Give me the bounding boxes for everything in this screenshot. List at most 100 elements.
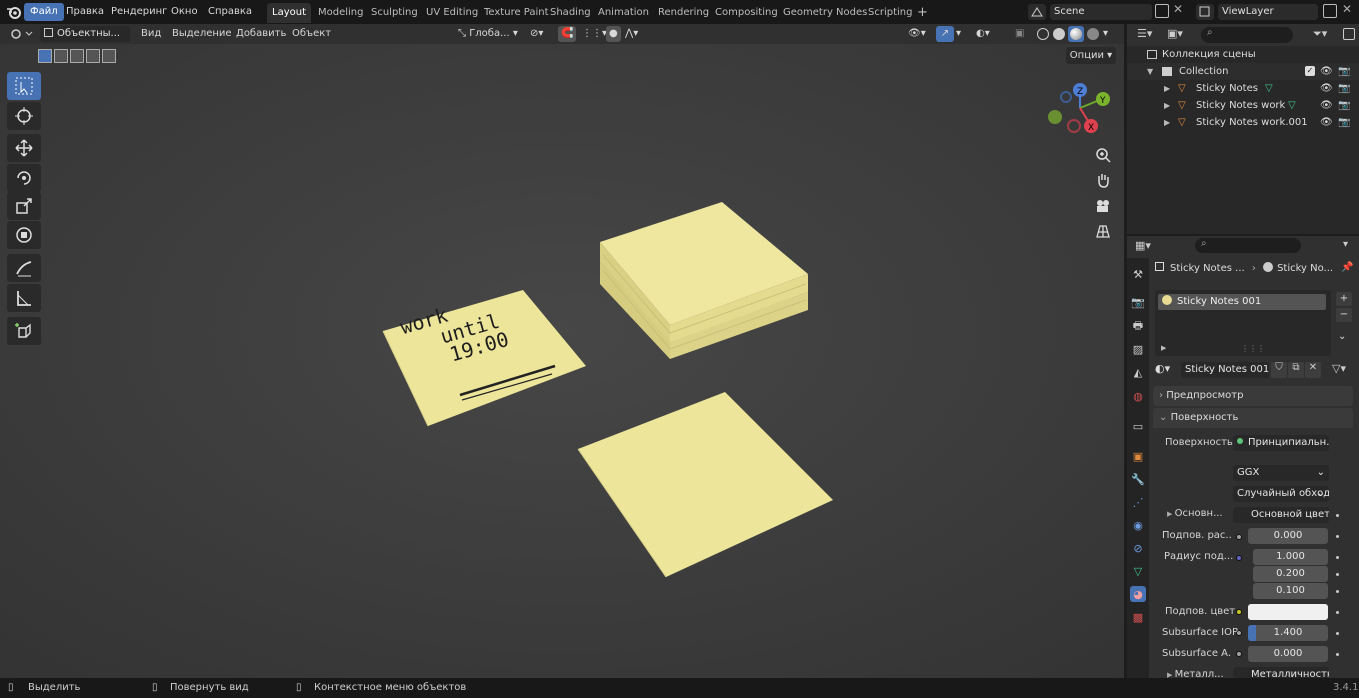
material-tab-icon[interactable]: ◕ [1130, 586, 1146, 602]
radius-y-field[interactable]: 0.200 [1253, 566, 1328, 582]
resize-handle-icon[interactable]: ⋮⋮⋮ [1241, 344, 1265, 353]
xray-icon[interactable]: ▣ [1015, 26, 1024, 42]
tab-geometry-nodes[interactable]: Geometry Nodes [778, 3, 872, 23]
select-new-icon[interactable] [38, 49, 52, 63]
keyframe-dot-icon[interactable] [1336, 590, 1339, 593]
subsurface-color-swatch[interactable] [1248, 604, 1328, 620]
checkbox-icon[interactable]: ✓ [1305, 66, 1315, 76]
keyframe-dot-icon[interactable] [1336, 611, 1339, 614]
socket-icon[interactable] [1236, 651, 1242, 657]
keyframe-dot-icon[interactable] [1336, 632, 1339, 635]
fake-user-icon[interactable]: ⛉ [1271, 362, 1287, 378]
texture-tab-icon[interactable]: ▩ [1130, 609, 1146, 625]
add-slot-button[interactable]: + [1336, 292, 1352, 306]
blender-logo-icon[interactable] [6, 4, 22, 20]
shading-dropdown-icon[interactable]: ▾ [1103, 26, 1108, 42]
eye-icon[interactable]: 👁 [1320, 63, 1333, 80]
select-mode-buttons[interactable] [38, 49, 116, 63]
orientation-dropdown[interactable]: ⤡ Глоба... ▾ [458, 26, 518, 42]
select-intersect-icon[interactable] [102, 49, 116, 63]
view-layer-tab-icon[interactable]: ▨ [1130, 341, 1146, 357]
tool-scale[interactable] [7, 192, 41, 220]
subsurface-field[interactable]: 0.000 [1248, 528, 1328, 544]
world-tab-icon[interactable]: ◍ [1130, 388, 1146, 404]
mesh-data-tab-icon[interactable]: ▽ [1130, 563, 1146, 579]
expand-icon[interactable]: ▶ [1164, 97, 1170, 114]
close-icon[interactable]: ✕ [1342, 2, 1356, 18]
socket-icon[interactable] [1236, 609, 1242, 615]
eye-icon[interactable]: 👁 [1320, 97, 1333, 114]
menu-edit[interactable]: Правка [60, 3, 110, 21]
socket-icon[interactable] [1236, 555, 1242, 561]
pin-icon[interactable]: 📌 [1341, 262, 1353, 273]
camera-render-icon[interactable]: 📷 [1338, 63, 1350, 80]
subsurface-ior-field[interactable]: 1.400 [1248, 625, 1328, 641]
outliner-row-object[interactable]: ▶ ▽ Sticky Notes ▽ 👁 📷 [1127, 80, 1359, 97]
tab-scripting[interactable]: Scripting [863, 3, 917, 23]
menu-window[interactable]: Окно [165, 3, 204, 21]
subsurface-method-dropdown[interactable]: Случайный обход ⌄ [1233, 486, 1329, 502]
filter-icon[interactable]: ⏷▾ [1313, 27, 1327, 41]
tab-modeling[interactable]: Modeling [313, 3, 369, 23]
material-slot-item[interactable]: Sticky Notes 001 [1158, 294, 1326, 310]
3d-viewport[interactable]: work until 19:00 Опции ▾ Z Y X [0, 44, 1124, 678]
browse-material-icon[interactable]: ◐▾ [1155, 362, 1179, 378]
distribution-dropdown[interactable]: GGX ⌄ [1233, 465, 1329, 481]
shading-render-icon[interactable] [1087, 28, 1099, 40]
grid-icon[interactable] [1092, 220, 1114, 242]
shading-material-icon[interactable] [1068, 26, 1084, 42]
view-layer-icon[interactable] [1196, 4, 1214, 20]
keyframe-dot-icon[interactable] [1336, 573, 1339, 576]
camera-render-icon[interactable]: 📷 [1338, 114, 1350, 131]
render-tab-icon[interactable]: 📷 [1130, 294, 1146, 310]
material-slot-list[interactable]: Sticky Notes 001 ▶ ⋮⋮⋮ [1155, 290, 1331, 356]
scene-icon[interactable] [1028, 4, 1046, 20]
visibility-icon[interactable]: 👁▾ [908, 26, 926, 42]
search-input[interactable]: ⌕ [1201, 27, 1293, 43]
outliner-row-object[interactable]: ▶ ▽ Sticky Notes work.001 👁 📷 [1127, 114, 1359, 131]
tool-move[interactable] [7, 134, 41, 162]
metallic-field[interactable]: Металличность [1233, 667, 1329, 678]
shading-solid-icon[interactable] [1053, 28, 1065, 40]
physics-tab-icon[interactable]: ◉ [1130, 517, 1146, 533]
select-invert-icon[interactable] [86, 49, 100, 63]
tool-transform[interactable] [7, 221, 41, 249]
constraints-tab-icon[interactable]: ⊘ [1130, 540, 1146, 556]
subsurface-aniso-field[interactable]: 0.000 [1248, 646, 1328, 662]
tab-animation[interactable]: Animation [593, 3, 654, 23]
tool-annotate[interactable] [7, 254, 41, 282]
socket-icon[interactable] [1236, 534, 1242, 540]
scene-name-field[interactable]: Scene [1050, 4, 1152, 20]
falloff-icon[interactable]: ⋀▾ [625, 26, 638, 42]
menu-add[interactable]: Добавить [236, 26, 286, 42]
tab-sculpting[interactable]: Sculpting [366, 3, 423, 23]
base-color-field[interactable]: Основной цвет [1233, 507, 1329, 523]
eye-icon[interactable]: 👁 [1320, 80, 1333, 97]
overlay-icon[interactable]: ◐▾ [976, 26, 990, 42]
add-workspace-button[interactable]: + [912, 3, 933, 23]
menu-view[interactable]: Вид [141, 26, 161, 42]
select-extend-icon[interactable] [54, 49, 68, 63]
keyframe-dot-icon[interactable] [1336, 556, 1339, 559]
new-scene-icon[interactable] [1155, 4, 1169, 18]
surface-shader-dropdown[interactable]: Принципиальн... [1233, 435, 1329, 451]
modifier-tab-icon[interactable]: 🔧 [1130, 471, 1146, 487]
keyframe-dot-icon[interactable] [1336, 514, 1339, 517]
proportional-edit-icon[interactable]: ● [606, 26, 621, 42]
outliner-row-collection[interactable]: ▼ Collection ✓ 👁 📷 [1127, 63, 1359, 80]
camera-render-icon[interactable]: 📷 [1338, 80, 1350, 97]
gizmo-icon[interactable]: ↗ [936, 26, 954, 42]
menu-object[interactable]: Объект [292, 26, 331, 42]
eye-icon[interactable]: 👁 [1320, 114, 1333, 131]
scene-tab-icon[interactable]: ◭ [1130, 364, 1146, 380]
slot-menu-icon[interactable]: ⌄ [1338, 331, 1346, 342]
tool-cursor[interactable] [7, 102, 41, 130]
options-dropdown[interactable]: Опции ▾ [1066, 47, 1116, 64]
collection-tab-icon[interactable]: ▭ [1130, 418, 1146, 434]
menu-select[interactable]: Выделение [172, 26, 232, 42]
tool-add-cube[interactable] [7, 317, 41, 345]
tool-rotate[interactable] [7, 164, 41, 192]
material-name-field[interactable]: Sticky Notes 001 [1181, 362, 1269, 378]
panel-surface[interactable]: ⌄ Поверхность [1153, 408, 1353, 428]
shading-wire-icon[interactable] [1037, 28, 1049, 40]
